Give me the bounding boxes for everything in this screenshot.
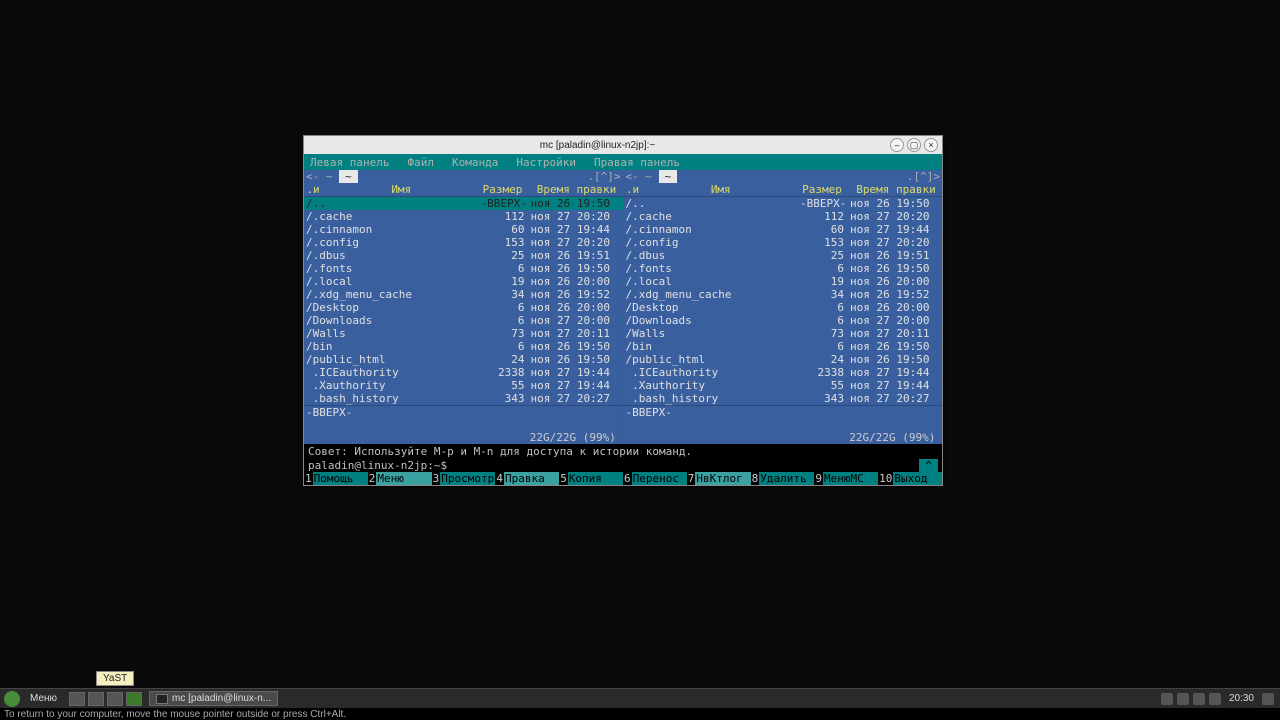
menu-left-panel[interactable]: Левая панель (310, 156, 389, 169)
fkey-7[interactable]: 7НвКтлог (687, 472, 751, 485)
fkey-3[interactable]: 3Просмотр (432, 472, 496, 485)
file-row[interactable]: /Desktop 6 ноя 26 20:00 (304, 301, 623, 314)
mc-prompt[interactable]: paladin@linux-n2jp:~$ ^ (304, 459, 942, 472)
file-row[interactable]: .bash_history 343 ноя 27 20:27 (624, 392, 943, 405)
file-row[interactable]: /.xdg_menu_cache 34 ноя 26 19:52 (304, 288, 623, 301)
prompt-cursor (447, 459, 454, 472)
taskbar[interactable]: Меню mc [paladin@linux-n... 20:30 (0, 688, 1280, 708)
file-row[interactable]: /.local 19 ноя 26 20:00 (624, 275, 943, 288)
file-row[interactable]: /.config 153 ноя 27 20:20 (624, 236, 943, 249)
right-panel[interactable]: <- ~ ~.[^]> .и Имя Размер Время правки /… (624, 170, 943, 444)
window-close-button[interactable]: × (924, 138, 938, 152)
menu-command[interactable]: Команда (452, 156, 498, 169)
file-row[interactable]: /.fonts 6 ноя 26 19:50 (304, 262, 623, 275)
file-row[interactable]: /.cache 112 ноя 27 20:20 (304, 210, 623, 223)
mc-menubar[interactable]: Левая панель Файл Команда Настройки Прав… (304, 154, 942, 170)
file-row[interactable]: /public_html 24 ноя 26 19:50 (304, 353, 623, 366)
window-minimize-button[interactable]: ‒ (890, 138, 904, 152)
menu-options[interactable]: Настройки (516, 156, 576, 169)
file-row[interactable]: .bash_history 343 ноя 27 20:27 (304, 392, 623, 405)
taskbar-task-mc[interactable]: mc [paladin@linux-n... (149, 691, 278, 706)
file-row[interactable]: .Xauthority 55 ноя 27 19:44 (624, 379, 943, 392)
tray-update-icon[interactable] (1193, 693, 1205, 705)
fkey-10[interactable]: 10Выход (878, 472, 942, 485)
file-row[interactable]: /Downloads 6 ноя 27 20:00 (624, 314, 943, 327)
launcher-files-icon[interactable] (69, 692, 85, 706)
file-row[interactable]: .Xauthority 55 ноя 27 19:44 (304, 379, 623, 392)
file-row[interactable]: /public_html 24 ноя 26 19:50 (624, 353, 943, 366)
file-row[interactable]: /.dbus 25 ноя 26 19:51 (624, 249, 943, 262)
file-row[interactable]: /Downloads 6 ноя 27 20:00 (304, 314, 623, 327)
fkey-4[interactable]: 4Правка (495, 472, 559, 485)
fkey-1[interactable]: 1Помощь (304, 472, 368, 485)
file-row[interactable]: /.local 19 ноя 26 20:00 (304, 275, 623, 288)
prompt-indicator: ^ (919, 459, 938, 472)
prompt-text: paladin@linux-n2jp:~$ (308, 459, 447, 472)
fkey-5[interactable]: 5Копия (559, 472, 623, 485)
menu-file[interactable]: Файл (407, 156, 434, 169)
mc-hint: Совет: Используйте M-p и M-n для доступа… (304, 444, 942, 459)
fkey-9[interactable]: 9МенюMC (814, 472, 878, 485)
window-titlebar[interactable]: mc [paladin@linux-n2jp]:~ ‒ ▢ × (304, 136, 942, 154)
launcher-app-icon[interactable] (107, 692, 123, 706)
file-row[interactable]: /.cache 112 ноя 27 20:20 (624, 210, 943, 223)
file-row[interactable]: /.config 153 ноя 27 20:20 (304, 236, 623, 249)
file-row[interactable]: .ICEauthority 2338 ноя 27 19:44 (624, 366, 943, 379)
window-maximize-button[interactable]: ▢ (907, 138, 921, 152)
launcher-yast-icon[interactable] (126, 692, 142, 706)
taskbar-tooltip: YaST (96, 671, 134, 686)
file-row[interactable]: /Walls 73 ноя 27 20:11 (304, 327, 623, 340)
menu-right-panel[interactable]: Правая панель (594, 156, 680, 169)
task-terminal-icon (156, 694, 168, 704)
task-label: mc [paladin@linux-n... (172, 693, 271, 704)
file-row[interactable]: /.fonts 6 ноя 26 19:50 (624, 262, 943, 275)
tray-user-icon[interactable] (1161, 693, 1173, 705)
file-row[interactable]: /.. -ВВЕРХ- ноя 26 19:50 (304, 197, 623, 210)
mc-function-keys: 1Помощь 2Меню 3Просмотр 4Правка 5Копия 6… (304, 472, 942, 485)
taskbar-clock[interactable]: 20:30 (1229, 693, 1254, 704)
tray-network-icon[interactable] (1177, 693, 1189, 705)
vm-status-line: To return to your computer, move the mou… (0, 708, 1280, 720)
left-panel[interactable]: <- ~ ~.[^]> .и Имя Размер Время правки /… (304, 170, 624, 444)
tray-volume-icon[interactable] (1209, 693, 1221, 705)
file-row[interactable]: /.cinnamon 60 ноя 27 19:44 (304, 223, 623, 236)
vm-status-text: To return to your computer, move the mou… (4, 709, 346, 720)
file-row[interactable]: /.dbus 25 ноя 26 19:51 (304, 249, 623, 262)
file-row[interactable]: /bin 6 ноя 26 19:50 (304, 340, 623, 353)
file-row[interactable]: /Walls 73 ноя 27 20:11 (624, 327, 943, 340)
mc-window: mc [paladin@linux-n2jp]:~ ‒ ▢ × Левая па… (303, 135, 943, 486)
file-row[interactable]: .ICEauthority 2338 ноя 27 19:44 (304, 366, 623, 379)
launcher-terminal-icon[interactable] (88, 692, 104, 706)
fkey-6[interactable]: 6Перенос (623, 472, 687, 485)
file-row[interactable]: /.cinnamon 60 ноя 27 19:44 (624, 223, 943, 236)
file-row[interactable]: /Desktop 6 ноя 26 20:00 (624, 301, 943, 314)
tray-menu-icon[interactable] (1262, 693, 1274, 705)
mc-panels: <- ~ ~.[^]> .и Имя Размер Время правки /… (304, 170, 942, 444)
file-row[interactable]: /.xdg_menu_cache 34 ноя 26 19:52 (624, 288, 943, 301)
file-row[interactable]: /bin 6 ноя 26 19:50 (624, 340, 943, 353)
start-menu-button[interactable]: Меню (24, 691, 63, 706)
fkey-8[interactable]: 8Удалить (751, 472, 815, 485)
start-menu-icon[interactable] (4, 691, 20, 707)
window-title: mc [paladin@linux-n2jp]:~ (308, 140, 887, 151)
fkey-2[interactable]: 2Меню (368, 472, 432, 485)
file-row[interactable]: /.. -ВВЕРХ- ноя 26 19:50 (624, 197, 943, 210)
